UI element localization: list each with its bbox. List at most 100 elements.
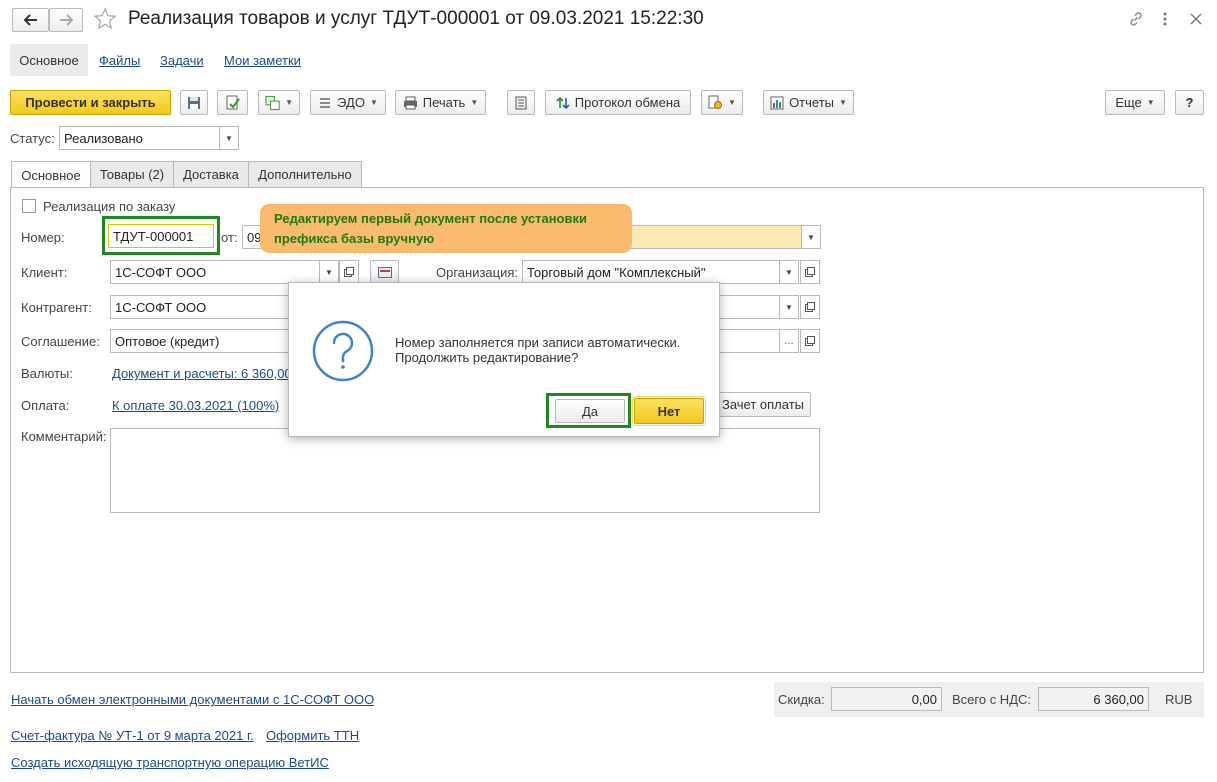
favorite-star-icon[interactable] (93, 7, 117, 34)
discount-value: 0,00 (911, 691, 937, 707)
arrow-left-icon (23, 14, 37, 26)
edo-label: ЭДО (337, 95, 365, 110)
status-select[interactable]: Реализовано (59, 126, 220, 150)
structure-icon (515, 96, 527, 109)
number-value: ТДУТ-000001 (113, 228, 194, 244)
link-icon[interactable] (1128, 11, 1144, 30)
organization-open-button[interactable] (800, 260, 820, 284)
organization-dropdown-button[interactable]: ▼ (779, 260, 799, 284)
client-label: Клиент: (21, 265, 68, 280)
comment-textarea[interactable] (110, 428, 820, 513)
chevron-down-icon: ▼ (839, 98, 847, 107)
edo-button[interactable]: ЭДО ▼ (310, 90, 386, 115)
organization-input[interactable]: Торговый дом "Комплексный" (522, 260, 780, 284)
payment-link[interactable]: К оплате 30.03.2021 (100%) (112, 398, 279, 413)
date-label: от: (221, 230, 238, 245)
client-dropdown-button[interactable]: ▼ (319, 260, 339, 284)
agreement-tail-input[interactable] (718, 329, 780, 353)
more-button[interactable]: Еще ▼ (1105, 90, 1165, 115)
nav-tab-main-label: Основное (19, 52, 79, 68)
form-tab-additional[interactable]: Дополнительно (248, 161, 362, 187)
structure-button[interactable] (507, 90, 535, 115)
close-icon[interactable] (1190, 13, 1202, 28)
payment-offset-label: Зачет оплаты (721, 397, 804, 412)
agreement-value: Оптовое (кредит) (115, 333, 220, 349)
document-settings-icon (708, 95, 723, 109)
help-label: ? (1185, 95, 1194, 110)
chevron-down-icon: ▼ (785, 267, 793, 277)
open-form-icon (805, 336, 815, 346)
yes-button[interactable]: Да (555, 399, 625, 423)
attachments-button[interactable]: ▼ (701, 90, 743, 115)
by-order-checkbox[interactable] (22, 199, 36, 213)
by-order-label: Реализация по заказу (43, 199, 176, 214)
exchange-icon (556, 96, 570, 109)
print-button[interactable]: Печать ▼ (395, 90, 486, 115)
contract-open-button[interactable] (800, 295, 820, 319)
agreement-open-button[interactable] (800, 329, 820, 353)
status-dropdown-button[interactable]: ▼ (219, 126, 239, 150)
form-tab-goods[interactable]: Товары (2) (90, 161, 174, 187)
form-tab-delivery[interactable]: Доставка (173, 161, 249, 187)
card-icon (377, 266, 392, 278)
yes-label: Да (581, 403, 599, 419)
forward-button[interactable] (49, 8, 83, 32)
nav-tab-notes[interactable]: Мои заметки (224, 53, 301, 68)
exchange-protocol-button[interactable]: Протокол обмена (545, 90, 691, 115)
discount-label: Скидка: (778, 692, 825, 707)
counterparty-label: Контрагент: (21, 300, 92, 315)
total-value: 6 360,00 (1093, 691, 1144, 707)
client-open-button[interactable] (339, 260, 359, 284)
save-button[interactable] (180, 90, 208, 115)
chevron-down-icon: ▼ (325, 267, 333, 277)
dialog-message-line2: Продолжить редактирование? (395, 350, 579, 365)
chevron-down-icon: ▼ (1146, 98, 1155, 107)
annotation-callout-text: Редактируем первый документ после устано… (274, 211, 587, 246)
chevron-down-icon: ▼ (807, 232, 815, 242)
post-close-button[interactable]: Провести и закрыть (10, 90, 171, 115)
number-label: Номер: (21, 230, 65, 245)
post-button[interactable] (217, 90, 248, 115)
help-button[interactable]: ? (1175, 90, 1204, 115)
status-value: Реализовано (64, 130, 143, 146)
counterparty-input[interactable]: 1С-СОФТ ООО (110, 295, 290, 319)
annotation-callout: Редактируем первый документ после устано… (260, 204, 632, 253)
create-based-on-button[interactable]: ▼ (258, 90, 300, 115)
back-button[interactable] (12, 8, 49, 32)
window-title: Реализация товаров и услуг ТДУТ-000001 о… (128, 8, 704, 29)
invoice-link[interactable]: Счет-фактура № УТ-1 от 9 марта 2021 г. (11, 728, 254, 743)
total-field: 6 360,00 (1038, 687, 1149, 711)
currency-link[interactable]: Документ и расчеты: 6 360,00 (112, 366, 288, 381)
reports-button[interactable]: Отчеты ▼ (763, 90, 854, 115)
create-based-icon (265, 95, 280, 110)
kebab-menu-icon[interactable] (1163, 11, 1167, 30)
currency-label: Валюты: (21, 366, 73, 381)
client-input[interactable]: 1С-СОФТ ООО (110, 260, 320, 284)
no-button[interactable]: Нет (632, 396, 706, 426)
reports-label: Отчеты (789, 95, 834, 110)
organization-label: Организация: (436, 265, 519, 280)
date-dropdown-button[interactable]: ▼ (801, 225, 821, 249)
question-icon (311, 319, 375, 386)
client-card-button[interactable] (370, 260, 399, 284)
agreement-input[interactable]: Оптовое (кредит) (110, 329, 290, 353)
edo-exchange-link[interactable]: Начать обмен электронными документами с … (11, 692, 374, 707)
comment-label: Комментарий: (21, 429, 107, 444)
print-label: Печать (422, 95, 466, 110)
contract-dropdown-button[interactable]: ▼ (779, 295, 799, 319)
chevron-down-icon: ▼ (470, 98, 479, 107)
nav-tab-tasks[interactable]: Задачи (160, 53, 204, 68)
nav-tab-files[interactable]: Файлы (99, 53, 140, 68)
chevron-down-icon: ▼ (728, 98, 736, 107)
agreement-select-button[interactable]: ... (779, 329, 799, 353)
nav-tab-main[interactable]: Основное (10, 44, 88, 76)
edo-icon (320, 97, 331, 108)
form-tab-main[interactable]: Основное (11, 161, 91, 188)
reports-icon (770, 96, 784, 109)
vetis-link[interactable]: Создать исходящую транспортную операцию … (11, 755, 329, 770)
printer-icon (403, 96, 417, 109)
ttn-link[interactable]: Оформить ТТН (266, 728, 359, 743)
form-tab-delivery-label: Доставка (183, 167, 239, 182)
contract-input[interactable] (718, 295, 780, 319)
number-input[interactable]: ТДУТ-000001 (108, 224, 214, 248)
